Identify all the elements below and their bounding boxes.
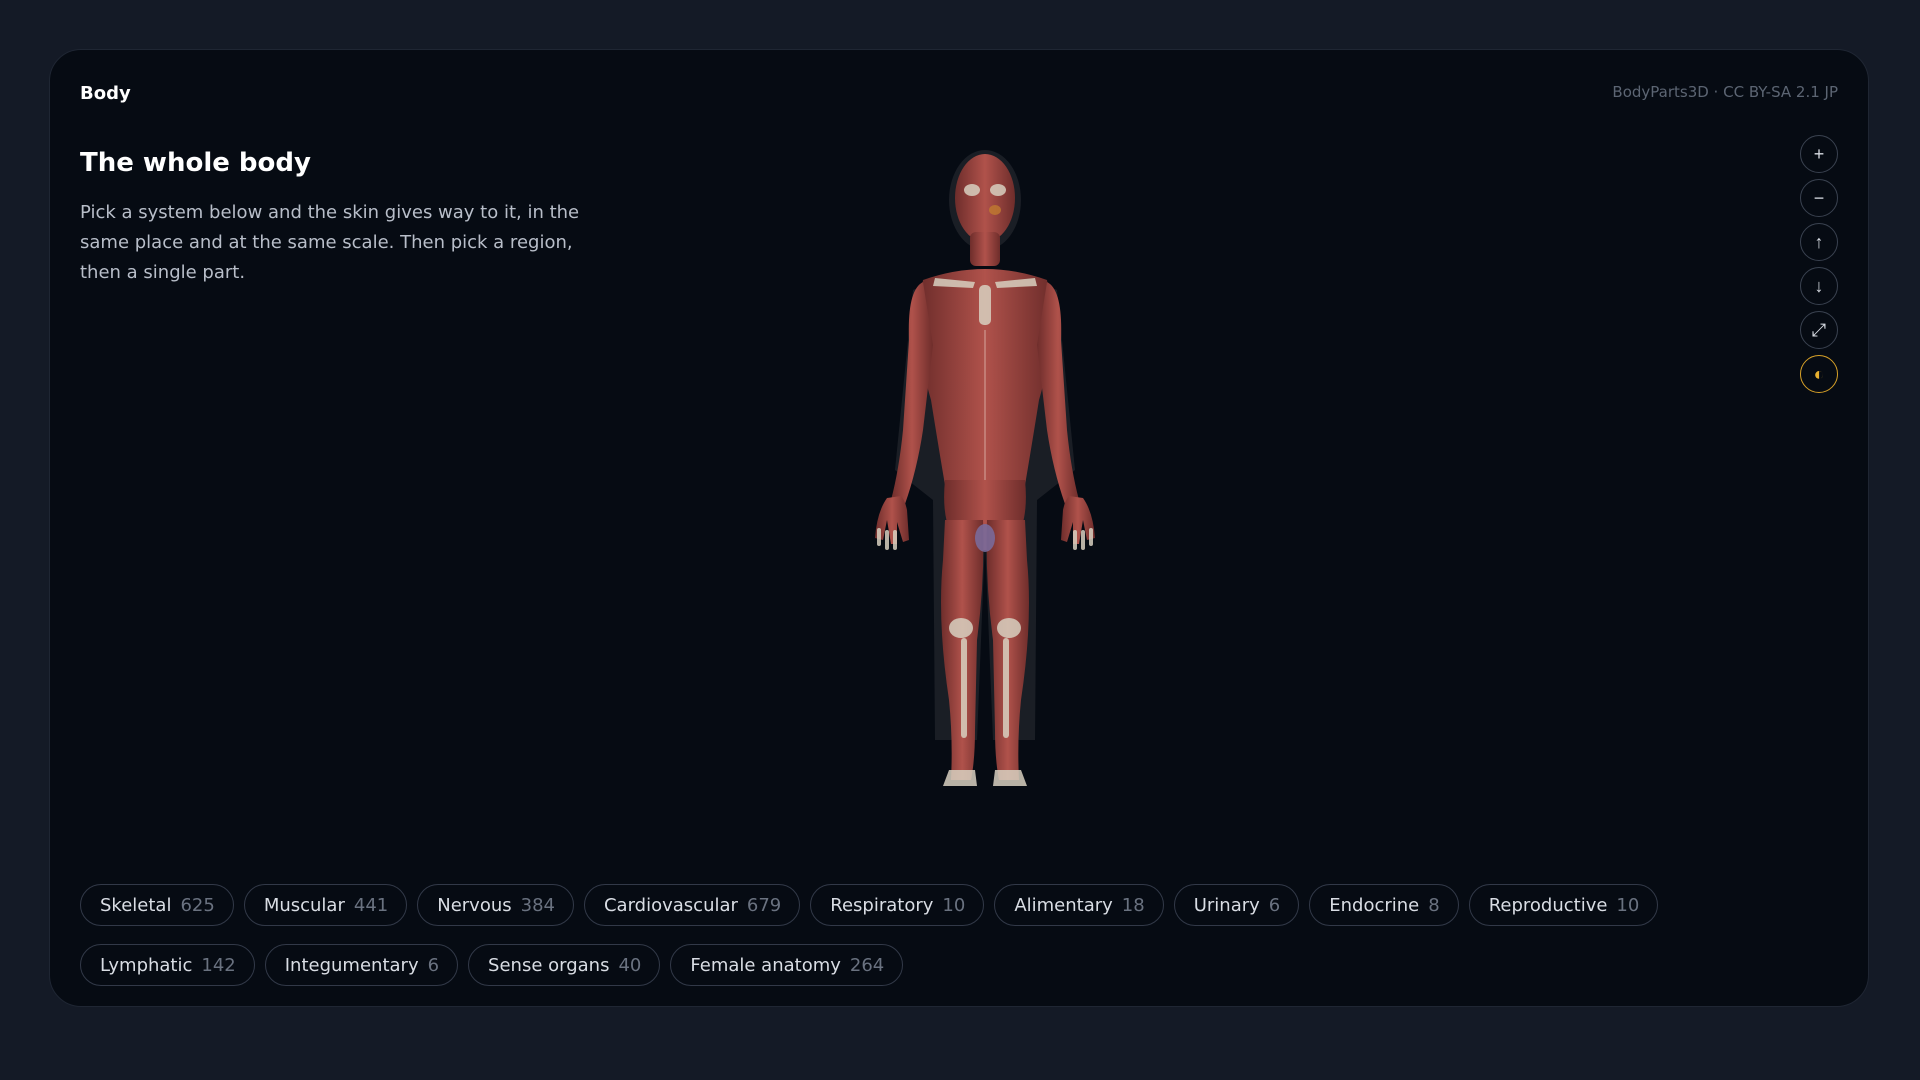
reproductive-highlight (975, 524, 995, 552)
system-chips: Skeletal 625 Muscular 441 Nervous 384 Cardi… (80, 884, 1780, 986)
chip-label: Female anatomy (690, 954, 841, 976)
chip-label: Reproductive (1488, 894, 1608, 916)
face-detail (989, 205, 1001, 215)
chip-label: Lymphatic (100, 954, 193, 976)
system-chip-alimentary[interactable]: Alimentary 18 (994, 884, 1164, 926)
chip-count: 384 (520, 894, 555, 916)
system-chip-cardiovascular[interactable]: Cardiovascular 679 (583, 884, 801, 926)
view-controls: + − ↑ ↓ ⤢ ◐ (1800, 135, 1838, 393)
chip-count: 264 (849, 954, 885, 976)
chip-count: 8 (1428, 894, 1440, 916)
chip-label: Alimentary (1014, 894, 1113, 916)
chip-count: 679 (746, 894, 782, 916)
move-up-button[interactable]: ↑ (1800, 223, 1838, 261)
system-chip-respiratory[interactable]: Respiratory 10 (810, 884, 985, 926)
chip-label: Skeletal (100, 894, 172, 916)
chip-label: Endocrine (1329, 894, 1420, 916)
body-model-viewport[interactable] (825, 140, 1145, 820)
system-chip-lymphatic[interactable]: Lymphatic 142 (80, 944, 255, 986)
system-chip-female-anatomy[interactable]: Female anatomy 264 (670, 944, 904, 986)
chip-count: 6 (427, 954, 440, 976)
chip-count: 40 (618, 954, 642, 976)
system-chip-muscular[interactable]: Muscular 441 (243, 884, 408, 926)
contrast-toggle-button[interactable]: ◐ (1800, 355, 1838, 393)
system-chip-sense-organs[interactable]: Sense organs 40 (468, 944, 661, 986)
zoom-out-button[interactable]: − (1800, 179, 1838, 217)
system-chip-urinary[interactable]: Urinary 6 (1173, 884, 1300, 926)
system-chip-endocrine[interactable]: Endocrine 8 (1309, 884, 1459, 926)
chip-label: Respiratory (830, 894, 934, 916)
credit-text: BodyParts3D · CC BY-SA 2.1 JP (1612, 83, 1838, 101)
system-chip-nervous[interactable]: Nervous 384 (417, 884, 574, 926)
chip-count: 10 (942, 894, 966, 916)
chip-count: 18 (1121, 894, 1145, 916)
chip-label: Muscular (263, 894, 345, 916)
page-description: Pick a system below and the skin gives w… (80, 202, 580, 283)
system-chip-integumentary[interactable]: Integumentary 6 (264, 944, 459, 986)
chip-count: 625 (180, 894, 215, 916)
system-chip-reproductive[interactable]: Reproductive 10 (1468, 884, 1659, 926)
page-title: The whole body (80, 148, 311, 178)
chip-count: 441 (353, 894, 389, 916)
system-chip-skeletal[interactable]: Skeletal 625 (80, 884, 234, 926)
chip-label: Nervous (437, 894, 512, 916)
chip-count: 142 (201, 954, 236, 976)
chip-label: Sense organs (488, 954, 610, 976)
breadcrumb[interactable]: Body (80, 83, 131, 104)
move-down-button[interactable]: ↓ (1800, 267, 1838, 305)
viewer-panel: Body BodyParts3D · CC BY-SA 2.1 JP The w… (49, 49, 1869, 1007)
chip-label: Urinary (1193, 894, 1260, 916)
chip-count: 10 (1616, 894, 1640, 916)
zoom-in-button[interactable]: + (1800, 135, 1838, 173)
body-figure[interactable] (825, 140, 1145, 820)
chip-label: Integumentary (284, 954, 419, 976)
chip-label: Cardiovascular (603, 894, 738, 916)
chip-count: 6 (1268, 894, 1281, 916)
expand-button[interactable]: ⤢ (1800, 311, 1838, 349)
